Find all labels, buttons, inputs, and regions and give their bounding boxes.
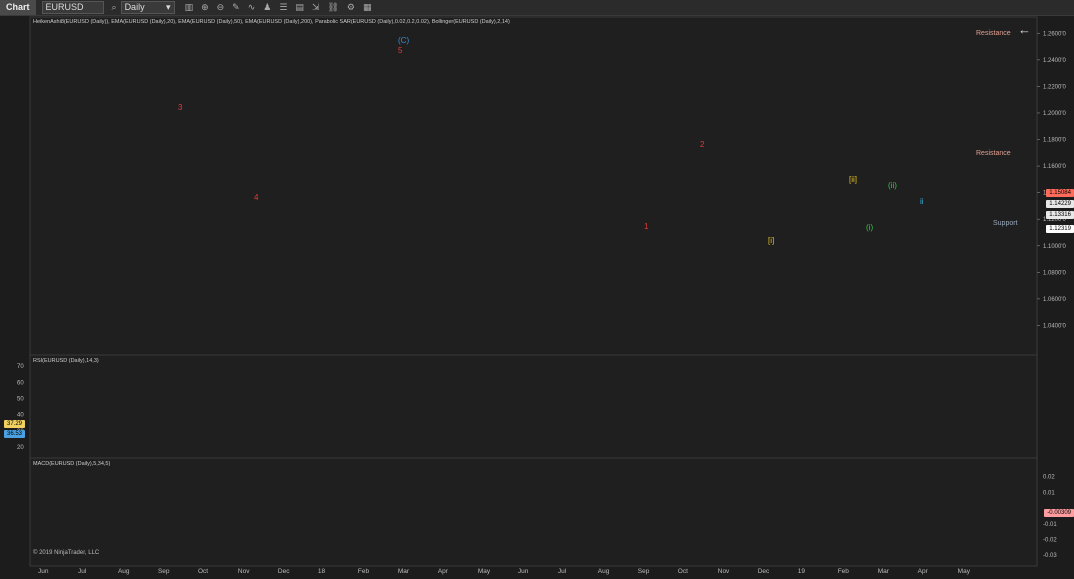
price-tick-label: 1.1800'0 <box>1043 138 1066 144</box>
rsi-tick-label: 60 <box>17 380 24 386</box>
x-axis-label: Nov <box>717 568 730 575</box>
x-axis-label: Aug <box>597 568 610 575</box>
macd-tag: -0.00309 <box>1044 508 1074 517</box>
wave-label: (i) <box>866 223 874 232</box>
price-tick-label: 1.1600'0 <box>1043 164 1066 170</box>
x-axis-label: Nov <box>237 568 250 575</box>
chart-canvas[interactable]: 706050403020 1.2600'01.2400'01.2200'01.2… <box>0 0 1074 579</box>
copyright-text: © 2019 NinjaTrader, LLC <box>33 550 100 556</box>
price-frame <box>29 16 1038 356</box>
macd-tick-label: 0.01 <box>1043 490 1055 496</box>
x-axis-label: Aug <box>117 568 130 575</box>
x-axis-label: Feb <box>837 568 849 575</box>
x-axis-label: Mar <box>397 568 410 575</box>
x-axis-label: Sep <box>157 568 170 575</box>
wave-label: 5 <box>398 46 403 55</box>
indicators-legend: HeikenAshi8(EURUSD (Daily)), EMA(EURUSD … <box>33 19 510 25</box>
resistance-label: Resistance <box>976 30 1011 38</box>
price-tag: 1.14229 <box>1046 200 1074 208</box>
x-axis-label: Mar <box>877 568 889 575</box>
x-axis-label: Jul <box>77 568 87 575</box>
price-tick-label: 1.0600'0 <box>1043 297 1066 303</box>
x-axis-label: Apr <box>917 568 928 575</box>
macd-tick-label: -0.03 <box>1043 553 1057 559</box>
x-axis-label: Apr <box>437 568 448 575</box>
x-axis-label: Oct <box>197 568 209 575</box>
price-tick-label: 1.1000'0 <box>1043 244 1066 250</box>
wave-label: ii <box>920 197 924 206</box>
price-tick-label: 1.0400'0 <box>1043 323 1066 329</box>
price-tick-label: 1.2000'0 <box>1043 111 1066 117</box>
wave-label: 3 <box>178 103 183 112</box>
x-axis-label: Dec <box>277 568 290 575</box>
wave-label: 1 <box>644 222 649 231</box>
resistance-label: Resistance <box>976 149 1011 157</box>
wave-label: [i] <box>768 236 775 245</box>
price-axis: 1.2600'0 1.2400'0 1.2200'0 1.2000'0 1.1800'0… <box>29 16 1066 567</box>
wave-label: 2 <box>700 140 705 149</box>
price-tag: 1.12319 <box>1046 225 1074 233</box>
x-axis-label: Jun <box>38 568 49 575</box>
rsi-tag: 37.29 <box>4 420 26 428</box>
price-tick-label: 1.2600'0 <box>1043 31 1066 37</box>
x-axis-label: 18 <box>317 568 326 575</box>
x-axis-label: Oct <box>677 568 688 575</box>
price-tick-label: 1.0800'0 <box>1043 270 1066 276</box>
x-axis-label: Jun <box>517 568 529 575</box>
x-axis-label: Feb <box>357 568 370 575</box>
price-tick-label: 1.2400'0 <box>1043 58 1066 64</box>
x-axis-label: May <box>477 568 491 575</box>
x-axis-label: May <box>957 568 970 575</box>
price-tick-label: 1.2200'0 <box>1043 84 1066 90</box>
x-axis-label: Sep <box>637 568 650 575</box>
macd-tick-label: -0.02 <box>1043 537 1057 543</box>
rsi-tag: 36.53 <box>4 430 26 438</box>
wave-label: (ii) <box>888 181 897 190</box>
rsi-tick-label: 70 <box>17 364 24 370</box>
macd-label: MACD(EURUSD (Daily),5,34,5) <box>33 461 111 467</box>
price-tag: 1.13316 <box>1046 211 1074 219</box>
rsi-tick-label: 50 <box>17 396 24 402</box>
price-tag: 1.15084 <box>1046 189 1074 197</box>
rsi-label: RSI(EURUSD (Daily),14,3) <box>33 358 99 364</box>
wave-label: 4 <box>254 193 259 202</box>
macd-tick-label: -0.01 <box>1043 522 1057 528</box>
macd-tick-label: 0.02 <box>1043 475 1055 481</box>
wave-label: (C) <box>398 36 410 45</box>
x-axis-label: Jul <box>557 568 567 575</box>
macd-frame <box>29 457 1038 567</box>
rsi-frame <box>29 354 1038 459</box>
wave-label: [ii] <box>849 175 857 184</box>
back-arrow-icon[interactable]: ← <box>1018 22 1031 37</box>
rsi-tick-label: 20 <box>17 445 24 451</box>
x-axis-label: Dec <box>757 568 770 575</box>
x-axis-label: 19 <box>797 568 805 575</box>
support-label: Support <box>993 220 1018 228</box>
rsi-tick-label: 40 <box>17 413 24 419</box>
